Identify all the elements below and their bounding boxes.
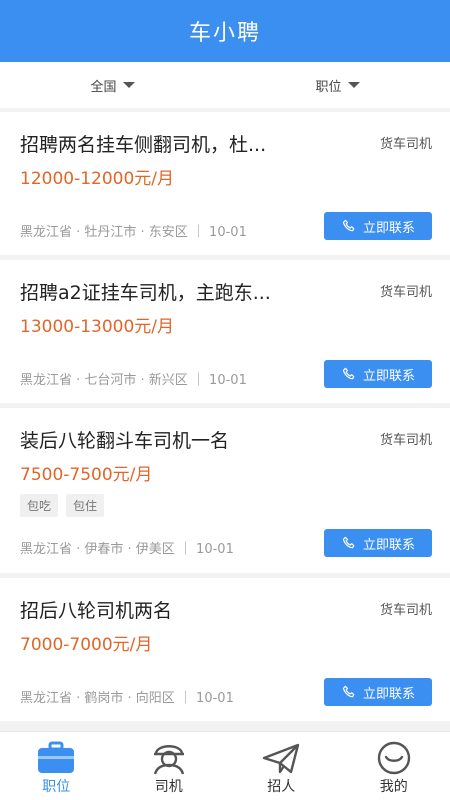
job-title: 招聘两名挂车侧翻司机，杜... xyxy=(20,134,267,156)
job-salary: 7500-7500元/月 xyxy=(20,465,153,485)
phone-icon xyxy=(342,219,355,232)
contact-button-label: 立即联系 xyxy=(362,537,415,553)
tab-jobs-label: 职位 xyxy=(42,779,71,795)
job-card[interactable]: 装后八轮翻斗车司机一名 货车司机 7500-7500元/月 包吃 包住 黑龙江省… xyxy=(0,408,450,573)
contact-button-label: 立即联系 xyxy=(362,368,415,384)
contact-button-label: 立即联系 xyxy=(362,220,415,236)
chevron-down-icon xyxy=(122,82,135,88)
job-location: 黑龙江省 · 牡丹江市 · 东安区 ｜ 10-01 xyxy=(20,225,247,240)
tab-drivers-label: 司机 xyxy=(154,779,183,795)
job-tags: 包吃 包住 xyxy=(20,494,105,517)
contact-button-label: 立即联系 xyxy=(362,686,415,702)
paper-plane-icon xyxy=(263,743,300,774)
position-filter-label: 职位 xyxy=(315,79,342,95)
job-category: 货车司机 xyxy=(379,137,432,152)
job-tag: 包住 xyxy=(66,494,105,517)
job-category: 货车司机 xyxy=(379,433,432,448)
job-location: 黑龙江省 · 鹤岗市 · 向阳区 ｜ 10-01 xyxy=(20,691,234,706)
job-card[interactable]: 招后八轮司机两名 货车司机 7000-7000元/月 黑龙江省 · 鹤岗市 · … xyxy=(0,578,450,721)
position-filter[interactable]: 职位 xyxy=(225,62,450,108)
smile-icon xyxy=(377,741,410,775)
tab-drivers[interactable]: 司机 xyxy=(113,732,226,800)
phone-icon xyxy=(342,367,355,380)
job-title: 招聘a2证挂车司机，主跑东... xyxy=(20,282,271,304)
job-salary: 13000-13000元/月 xyxy=(20,317,175,337)
contact-button[interactable]: 立即联系 xyxy=(324,529,432,557)
tab-jobs[interactable]: 职位 xyxy=(0,732,113,800)
job-salary: 12000-12000元/月 xyxy=(20,169,175,189)
chevron-down-icon xyxy=(347,82,360,88)
tab-me-label: 我的 xyxy=(379,779,408,795)
region-filter[interactable]: 全国 xyxy=(0,62,225,108)
job-location: 黑龙江省 · 伊春市 · 伊美区 ｜ 10-01 xyxy=(20,542,234,557)
job-salary: 7000-7000元/月 xyxy=(20,635,153,655)
bottom-tab-bar: 职位 司机 招人 我的 xyxy=(0,731,450,800)
driver-icon xyxy=(153,745,184,775)
phone-icon xyxy=(342,685,355,698)
job-card[interactable]: 招聘两名挂车侧翻司机，杜... 货车司机 12000-12000元/月 黑龙江省… xyxy=(0,112,450,255)
job-tag: 包吃 xyxy=(20,494,59,517)
contact-button[interactable]: 立即联系 xyxy=(324,212,432,240)
job-card[interactable]: 招聘a2证挂车司机，主跑东... 货车司机 13000-13000元/月 黑龙江… xyxy=(0,260,450,403)
contact-button[interactable]: 立即联系 xyxy=(324,678,432,706)
job-category: 货车司机 xyxy=(379,285,432,300)
region-filter-label: 全国 xyxy=(90,79,117,95)
app-header: 车小聘 xyxy=(0,0,450,62)
job-title: 装后八轮翻斗车司机一名 xyxy=(20,430,230,452)
tab-me[interactable]: 我的 xyxy=(338,732,450,800)
filter-bar: 全国 职位 xyxy=(0,62,450,108)
contact-button[interactable]: 立即联系 xyxy=(324,360,432,388)
job-category: 货车司机 xyxy=(379,603,432,618)
app-title: 车小聘 xyxy=(188,21,261,46)
job-location: 黑龙江省 · 七台河市 · 新兴区 ｜ 10-01 xyxy=(20,373,247,388)
tab-recruit-label: 招人 xyxy=(267,779,296,795)
tab-recruit[interactable]: 招人 xyxy=(225,732,338,800)
phone-icon xyxy=(342,536,355,549)
job-title: 招后八轮司机两名 xyxy=(20,600,173,622)
briefcase-icon xyxy=(38,741,75,773)
